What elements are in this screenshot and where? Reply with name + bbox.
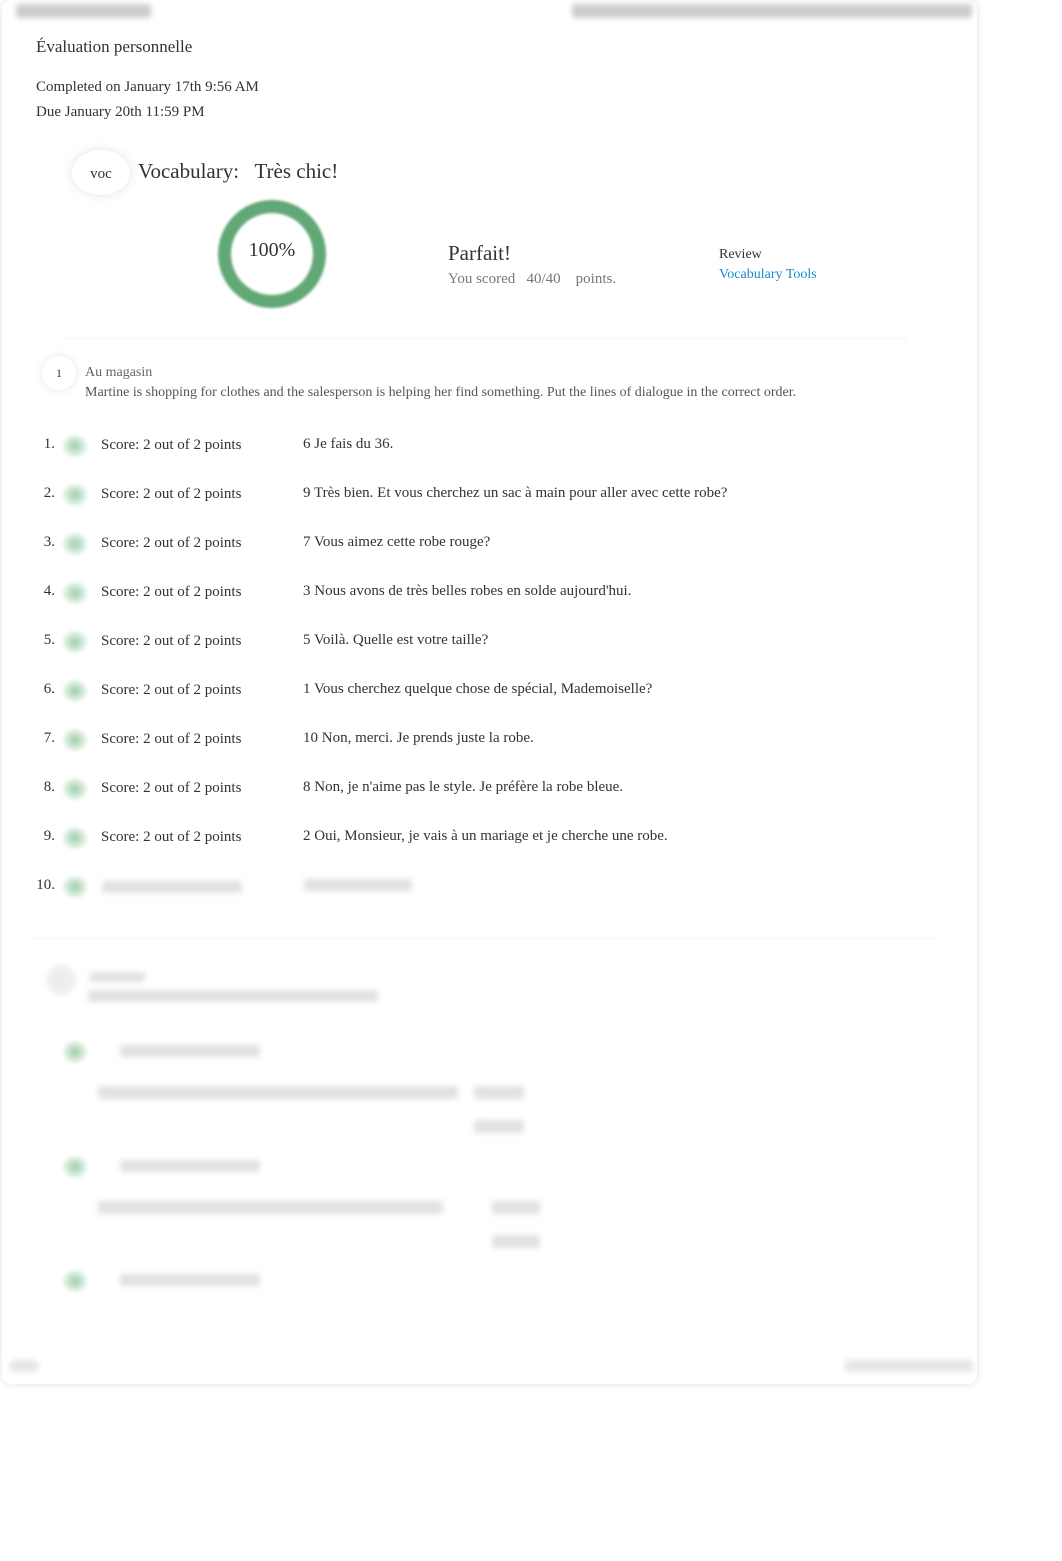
item-number: 2. — [43, 485, 55, 501]
item-score: Score: 2 out of 2 points — [101, 584, 242, 600]
blurred-score — [120, 1160, 260, 1172]
item-answer: 1 Vous cherchez quelque chose de spécial… — [303, 681, 653, 697]
item-score: Score: 2 out of 2 points — [101, 535, 242, 551]
item-score: Score: 2 out of 2 points — [101, 437, 242, 453]
question-title: Au magasin — [85, 365, 153, 380]
scored-prefix: You scored — [448, 271, 516, 287]
item-answer: 2 Oui, Monsieur, je vais à un mariage et… — [303, 828, 668, 844]
score-summary: You scored 40/40 points. — [448, 271, 616, 288]
check-icon — [62, 581, 88, 605]
blurred-header-left — [16, 4, 151, 18]
page-title: Évaluation personnelle — [36, 37, 193, 56]
item-answer: 9 Très bien. Et vous cherchez un sac à m… — [303, 485, 728, 501]
check-icon — [62, 728, 88, 752]
item-answer: 10 Non, merci. Je prends juste la robe. — [303, 730, 534, 746]
check-icon — [62, 1040, 88, 1064]
due-date: Due January 20th 11:59 PM — [36, 104, 205, 120]
item-number: 8. — [43, 779, 55, 795]
blurred-answer — [304, 879, 412, 891]
result-heading: Parfait! — [448, 241, 511, 265]
blurred-footer-right — [845, 1360, 973, 1372]
item-number: 10. — [36, 877, 55, 893]
check-icon — [62, 777, 88, 801]
blurred-answer — [98, 1086, 458, 1099]
scored-suffix: points. — [575, 271, 617, 287]
answer-row: 2. Score: 2 out of 2 points 9 Très bien.… — [2, 483, 977, 515]
item-answer: 7 Vous aimez cette robe rouge? — [303, 534, 491, 550]
question-number-badge: 1 — [42, 356, 76, 390]
answer-row: 4. Score: 2 out of 2 points 3 Nous avons… — [2, 581, 977, 613]
check-icon — [62, 483, 88, 507]
answer-row: 1. Score: 2 out of 2 points 6 Je fais du… — [2, 434, 977, 466]
item-number: 5. — [43, 632, 55, 648]
item-answer: 6 Je fais du 36. — [303, 436, 394, 452]
check-icon — [62, 434, 88, 458]
item-number: 1. — [43, 436, 55, 452]
item-score: Score: 2 out of 2 points — [101, 829, 242, 845]
answer-row: 6. Score: 2 out of 2 points 1 Vous cherc… — [2, 679, 977, 711]
answer-row: 8. Score: 2 out of 2 points 8 Non, je n'… — [2, 777, 977, 809]
item-score: Score: 2 out of 2 points — [101, 486, 242, 502]
check-icon — [62, 826, 88, 850]
check-icon — [62, 875, 88, 899]
item-answer: 8 Non, je n'aime pas le style. Je préfèr… — [303, 779, 624, 795]
blurred-option — [474, 1086, 524, 1099]
blurred-score — [102, 881, 242, 893]
blurred-option — [492, 1201, 540, 1214]
check-icon — [62, 1155, 88, 1179]
page-sheet: Évaluation personnelle Completed on Janu… — [2, 0, 977, 1384]
item-number: 9. — [43, 828, 55, 844]
scored-value: 40/40 — [526, 271, 561, 287]
item-number: 3. — [43, 534, 55, 550]
answer-row: 5. Score: 2 out of 2 points 5 Voilà. Que… — [2, 630, 977, 662]
item-score: Score: 2 out of 2 points — [101, 731, 242, 747]
answer-row: 7. Score: 2 out of 2 points 10 Non, merc… — [2, 728, 977, 760]
item-answer: 5 Voilà. Quelle est votre taille? — [303, 632, 489, 648]
blurred-option — [474, 1120, 524, 1133]
check-icon — [62, 630, 88, 654]
blurred-header-right — [572, 4, 972, 18]
answer-row: 10. — [2, 875, 977, 907]
blurred-question-instructions — [88, 990, 378, 1002]
item-score: Score: 2 out of 2 points — [101, 780, 242, 796]
vocabulary-tools-link[interactable]: Vocabulary Tools — [719, 267, 817, 283]
item-number: 7. — [43, 730, 55, 746]
blurred-footer-left — [10, 1360, 38, 1372]
score-percent: 100% — [248, 239, 296, 261]
blurred-option — [492, 1235, 540, 1248]
assignment-badge: voc — [72, 150, 130, 195]
divider — [62, 338, 907, 339]
check-icon — [62, 679, 88, 703]
completed-date: Completed on January 17th 9:56 AM — [36, 79, 259, 95]
check-icon — [62, 1269, 88, 1293]
item-score: Score: 2 out of 2 points — [101, 682, 242, 698]
blurred-question-title — [90, 972, 145, 982]
question-instructions: Martine is shopping for clothes and the … — [85, 385, 797, 400]
item-score: Score: 2 out of 2 points — [101, 633, 242, 649]
review-label: Review — [719, 247, 762, 262]
assignment-title: Vocabulary: Très chic! — [138, 159, 339, 183]
blurred-score — [120, 1045, 260, 1057]
answer-row: 9. Score: 2 out of 2 points 2 Oui, Monsi… — [2, 826, 977, 858]
check-icon — [62, 532, 88, 556]
item-answer: 3 Nous avons de très belles robes en sol… — [303, 583, 632, 599]
divider — [32, 938, 937, 939]
item-number: 6. — [43, 681, 55, 697]
item-number: 4. — [43, 583, 55, 599]
blurred-score — [120, 1274, 260, 1286]
blurred-answer — [98, 1201, 443, 1214]
answer-row: 3. Score: 2 out of 2 points 7 Vous aimez… — [2, 532, 977, 564]
blurred-question-badge — [46, 965, 76, 995]
